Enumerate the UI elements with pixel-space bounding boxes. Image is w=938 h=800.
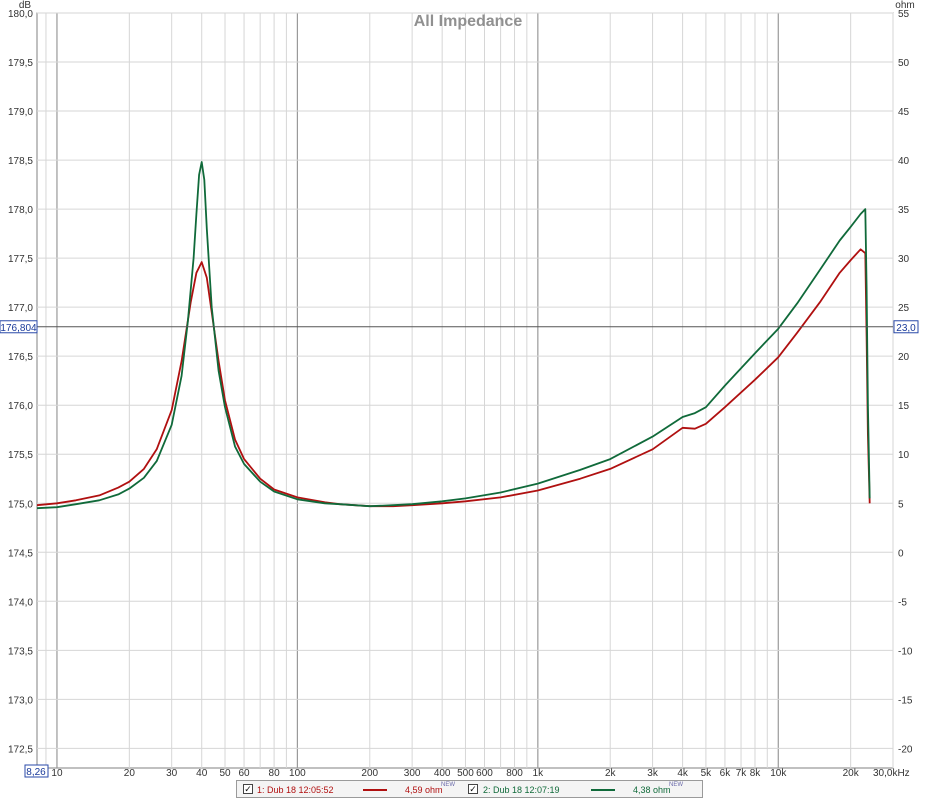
series-2-new-badge: NEW [669, 782, 683, 788]
y-right-tick-label: 20 [898, 352, 910, 363]
y-left-tick-label: 172,5 [8, 744, 33, 755]
series-1-swatch [363, 789, 387, 791]
y-left-tick-label: 179,5 [8, 58, 33, 69]
x-start-label: 8,26 [26, 767, 46, 778]
x-tick-label: 50 [219, 768, 231, 779]
x-tick-label: 7k [736, 768, 748, 779]
y-left-tick-label: 175,5 [8, 450, 33, 461]
y-left-tick-label: 179,0 [8, 107, 33, 118]
y-right-tick-label: -15 [898, 695, 913, 706]
y-left-tick-label: 177,5 [8, 254, 33, 265]
x-tick-label: 10k [770, 768, 787, 779]
series-1-name[interactable]: 1: Dub 18 12:05:52 [257, 785, 334, 795]
y-right-tick-label: 15 [898, 401, 910, 412]
series-1-checkbox[interactable]: ✓ [243, 784, 253, 794]
y-left-tick-label: 176,5 [8, 352, 33, 363]
series-2-swatch [591, 789, 615, 791]
y-right-tick-label: -20 [898, 744, 913, 755]
x-tick-label: 3k [647, 768, 659, 779]
x-tick-label: 60 [238, 768, 250, 779]
x-tick-label: 300 [404, 768, 421, 779]
y-right-axis-ticks: -20-15-10-50510152025303540455055 [898, 9, 913, 755]
x-tick-label: 1k [533, 768, 545, 779]
y-right-tick-label: -10 [898, 646, 913, 657]
series-2-value: 4,38 ohm [633, 785, 671, 795]
y-left-tick-label: 177,0 [8, 303, 33, 314]
series-2-checkbox[interactable]: ✓ [468, 784, 478, 794]
x-tick-label: 6k [720, 768, 732, 779]
x-axis-ticks: 10 20 30 40 50 60 80 100 200 300 400 500 600 800 1k 2k 3… [51, 768, 909, 779]
x-tick-label: 4k [677, 768, 689, 779]
impedance-chart: 10 20 30 40 50 60 80 100 200 300 400 500 600 800 1k 2k 3… [0, 0, 919, 779]
y-left-tick-label: 174,0 [8, 597, 33, 608]
y-right-tick-label: 35 [898, 205, 910, 216]
x-tick-label: 80 [269, 768, 281, 779]
legend: ✓ 1: Dub 18 12:05:52 4,59 ohm NEW ✓ 2: D… [236, 780, 703, 798]
y-left-tick-label: 174,5 [8, 548, 33, 559]
x-tick-label: 500 [457, 768, 474, 779]
y-right-tick-label: 30 [898, 254, 910, 265]
x-tick-label: 30 [166, 768, 178, 779]
x-tick-label: 200 [361, 768, 378, 779]
x-tick-label: 400 [434, 768, 451, 779]
y-left-unit-label: dB [19, 0, 32, 11]
y-left-axis-ticks: 172,5 173,0 173,5 174,0 174,5 175,0 175,5 176,0… [8, 9, 33, 755]
series-1-value: 4,59 ohm [405, 785, 443, 795]
x-tick-label: 40 [196, 768, 208, 779]
y-left-tick-label: 173,0 [8, 695, 33, 706]
y-left-tick-label: 178,0 [8, 205, 33, 216]
x-tick-label: 20k [843, 768, 860, 779]
y-left-tick-label: 175,0 [8, 499, 33, 510]
x-tick-label: 600 [476, 768, 493, 779]
y-right-unit-label: ohm [895, 0, 914, 11]
cursor-left-label: 176,804 [0, 323, 37, 334]
y-right-tick-label: 40 [898, 156, 910, 167]
chart-title: All Impedance [414, 13, 523, 30]
x-tick-label: 100 [289, 768, 306, 779]
y-right-tick-label: 5 [898, 499, 904, 510]
x-tick-label: 20 [124, 768, 136, 779]
cursor-right-label: 23,0 [896, 323, 916, 334]
x-tick-label: 30,0kHz [873, 768, 910, 779]
x-tick-label: 800 [506, 768, 523, 779]
y-left-tick-label: 173,5 [8, 646, 33, 657]
y-right-tick-label: 0 [898, 548, 904, 559]
y-right-tick-label: 45 [898, 107, 910, 118]
x-tick-label: 8k [750, 768, 762, 779]
series-1-new-badge: NEW [441, 782, 455, 788]
x-start-marker[interactable]: 8,26 [24, 764, 49, 778]
y-right-tick-label: 50 [898, 58, 910, 69]
x-tick-label: 10 [51, 768, 63, 779]
series-2-name[interactable]: 2: Dub 18 12:07:19 [483, 785, 560, 795]
y-right-tick-label: 25 [898, 303, 910, 314]
y-right-tick-label: 10 [898, 450, 910, 461]
x-tick-label: 2k [605, 768, 617, 779]
y-left-tick-label: 176,0 [8, 401, 33, 412]
x-tick-label: 5k [701, 768, 713, 779]
y-right-tick-label: -5 [898, 597, 907, 608]
y-left-tick-label: 178,5 [8, 156, 33, 167]
